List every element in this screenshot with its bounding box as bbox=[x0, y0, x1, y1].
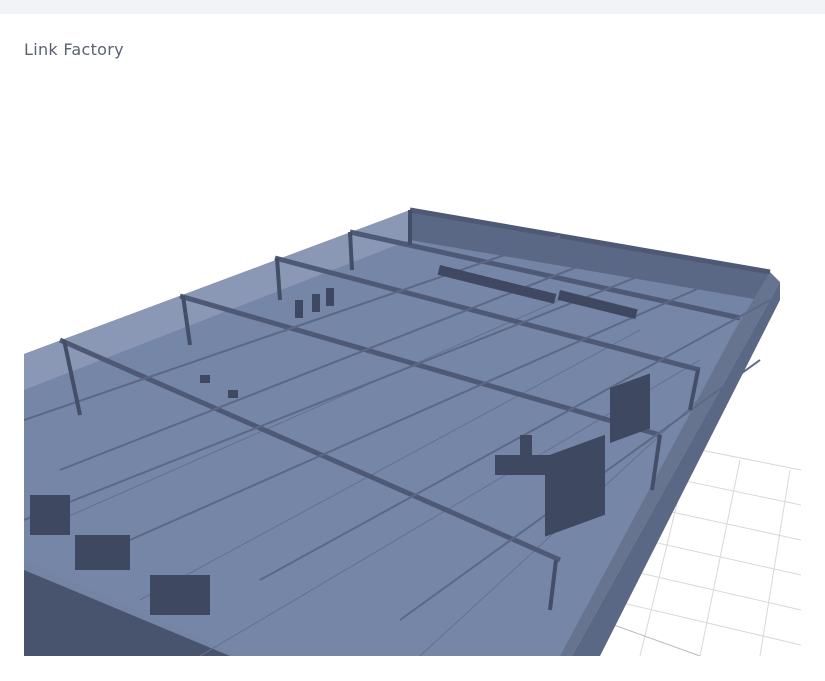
floor-surface bbox=[24, 240, 740, 656]
3d-viewport[interactable] bbox=[24, 66, 801, 656]
page-title: Link Factory bbox=[24, 40, 124, 59]
top-bar bbox=[0, 0, 825, 14]
